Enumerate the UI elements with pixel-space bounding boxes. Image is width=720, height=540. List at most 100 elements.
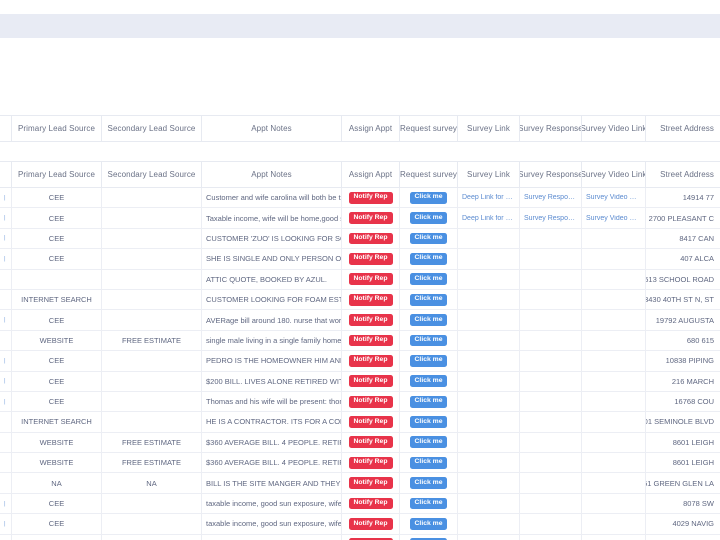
cell-survey_video[interactable]: Survey Video Respo...	[582, 188, 646, 207]
cell-assign_appt[interactable]: Notify Rep	[342, 372, 400, 391]
request-survey-button[interactable]: Click me	[410, 273, 448, 285]
survey-link-link[interactable]: Deep Link for survey	[462, 215, 515, 222]
notify-rep-button[interactable]: Notify Rep	[349, 396, 393, 408]
request-survey-button[interactable]: Click me	[410, 375, 448, 387]
cell-survey_response[interactable]: Survey Response Li...	[520, 188, 582, 207]
column-header-assign_appt-main[interactable]: Assign Appt	[342, 162, 400, 187]
cell-assign_appt[interactable]: Notify Rep	[342, 249, 400, 268]
row-stub-link[interactable]: |	[4, 195, 6, 201]
cell-request_survey[interactable]: Click me	[400, 433, 458, 452]
notify-rep-button[interactable]: Notify Rep	[349, 518, 393, 530]
cell-request_survey[interactable]: Click me	[400, 229, 458, 248]
row-stub-link[interactable]: |	[4, 501, 6, 507]
request-survey-button[interactable]: Click me	[410, 192, 448, 204]
cell-survey_link[interactable]: Deep Link for survey	[458, 208, 520, 227]
cell-assign_appt[interactable]: Notify Rep	[342, 453, 400, 472]
survey-link-link[interactable]: Deep Link for survey	[462, 194, 515, 201]
row-stub-link[interactable]: |	[4, 521, 6, 527]
row-stub-link[interactable]: |	[4, 235, 6, 241]
cell-assign_appt[interactable]: Notify Rep	[342, 208, 400, 227]
notify-rep-button[interactable]: Notify Rep	[349, 416, 393, 428]
cell-request_survey[interactable]: Click me	[400, 372, 458, 391]
cell-stub[interactable]: |	[0, 310, 12, 329]
row-stub-link[interactable]: |	[4, 358, 6, 364]
cell-stub[interactable]	[0, 290, 12, 309]
notify-rep-button[interactable]: Notify Rep	[349, 375, 393, 387]
survey-video-link[interactable]: Survey Video Respo...	[586, 194, 641, 201]
column-header-stub-main[interactable]	[0, 162, 12, 187]
cell-survey_response[interactable]: Survey Response Li...	[520, 208, 582, 227]
table-row[interactable]: |CEEcoming from church prior to the appo…	[0, 535, 720, 540]
request-survey-button[interactable]: Click me	[410, 457, 448, 469]
notify-rep-button[interactable]: Notify Rep	[349, 457, 393, 469]
survey-video-link[interactable]: Survey Video Respo...	[586, 215, 641, 222]
cell-assign_appt[interactable]: Notify Rep	[342, 535, 400, 540]
cell-assign_appt[interactable]: Notify Rep	[342, 473, 400, 492]
column-header-survey_link-main[interactable]: Survey Link	[458, 162, 520, 187]
column-header-primary_lead-top[interactable]: Primary Lead Source	[12, 116, 102, 141]
table-row[interactable]: INTERNET SEARCHCUSTOMER LOOKING FOR FOAM…	[0, 290, 720, 310]
table-body[interactable]: |CEECustomer and wife carolina will both…	[0, 188, 720, 540]
cell-assign_appt[interactable]: Notify Rep	[342, 229, 400, 248]
notify-rep-button[interactable]: Notify Rep	[349, 212, 393, 224]
request-survey-button[interactable]: Click me	[410, 498, 448, 510]
column-header-request_survey-main[interactable]: Request survey	[400, 162, 458, 187]
notify-rep-button[interactable]: Notify Rep	[349, 498, 393, 510]
notify-rep-button[interactable]: Notify Rep	[349, 436, 393, 448]
cell-stub[interactable]: |	[0, 249, 12, 268]
table-row[interactable]: |CEEAVERage bill around 180. nurse that …	[0, 310, 720, 330]
column-header-survey_link-top[interactable]: Survey Link	[458, 116, 520, 141]
survey-response-link[interactable]: Survey Response Li...	[524, 194, 577, 201]
request-survey-button[interactable]: Click me	[410, 436, 448, 448]
cell-assign_appt[interactable]: Notify Rep	[342, 514, 400, 533]
request-survey-button[interactable]: Click me	[410, 355, 448, 367]
column-header-survey_video-main[interactable]: Survey Video Link	[582, 162, 646, 187]
notify-rep-button[interactable]: Notify Rep	[349, 355, 393, 367]
cell-request_survey[interactable]: Click me	[400, 310, 458, 329]
cell-survey_link[interactable]: Deep Link for survey	[458, 188, 520, 207]
row-stub-link[interactable]: |	[4, 256, 6, 262]
request-survey-button[interactable]: Click me	[410, 233, 448, 245]
cell-request_survey[interactable]: Click me	[400, 473, 458, 492]
notify-rep-button[interactable]: Notify Rep	[349, 233, 393, 245]
table-row[interactable]: WEBSITEFREE ESTIMATEsingle male living i…	[0, 331, 720, 351]
table-row[interactable]: |CEEThomas and his wife will be present:…	[0, 392, 720, 412]
cell-stub[interactable]: |	[0, 535, 12, 540]
column-header-survey_video-top[interactable]: Survey Video Link	[582, 116, 646, 141]
row-stub-link[interactable]: |	[4, 317, 6, 323]
notify-rep-button[interactable]: Notify Rep	[349, 477, 393, 489]
column-header-request_survey-top[interactable]: Request survey	[400, 116, 458, 141]
cell-request_survey[interactable]: Click me	[400, 514, 458, 533]
notify-rep-button[interactable]: Notify Rep	[349, 294, 393, 306]
column-header-appt_notes-main[interactable]: Appt Notes	[202, 162, 342, 187]
table-row[interactable]: |CEEtaxable income, good sun exposure, w…	[0, 494, 720, 514]
column-header-street_address-top[interactable]: Street Address	[646, 116, 720, 141]
cell-stub[interactable]	[0, 473, 12, 492]
table-row[interactable]: |CEEPEDRO IS THE HOMEOWNER HIM AND HIS .…	[0, 351, 720, 371]
cell-assign_appt[interactable]: Notify Rep	[342, 412, 400, 431]
row-stub-link[interactable]: |	[4, 378, 6, 384]
column-header-survey_response-top[interactable]: Survey Response	[520, 116, 582, 141]
column-header-stub-top[interactable]	[0, 116, 12, 141]
cell-assign_appt[interactable]: Notify Rep	[342, 392, 400, 411]
cell-request_survey[interactable]: Click me	[400, 188, 458, 207]
request-survey-button[interactable]: Click me	[410, 294, 448, 306]
cell-request_survey[interactable]: Click me	[400, 249, 458, 268]
cell-stub[interactable]	[0, 412, 12, 431]
cell-assign_appt[interactable]: Notify Rep	[342, 331, 400, 350]
request-survey-button[interactable]: Click me	[410, 253, 448, 265]
column-header-secondary_lead-top[interactable]: Secondary Lead Source	[102, 116, 202, 141]
table-row[interactable]: |CEETaxable income, wife will be home,go…	[0, 208, 720, 228]
cell-survey_video[interactable]: Survey Video Respo...	[582, 208, 646, 227]
cell-stub[interactable]: |	[0, 392, 12, 411]
column-header-assign_appt-top[interactable]: Assign Appt	[342, 116, 400, 141]
table-row[interactable]: |CEECustomer and wife carolina will both…	[0, 188, 720, 208]
cell-request_survey[interactable]: Click me	[400, 453, 458, 472]
cell-stub[interactable]: |	[0, 188, 12, 207]
cell-stub[interactable]: |	[0, 514, 12, 533]
cell-request_survey[interactable]: Click me	[400, 270, 458, 289]
cell-request_survey[interactable]: Click me	[400, 290, 458, 309]
cell-stub[interactable]: |	[0, 208, 12, 227]
column-header-appt_notes-top[interactable]: Appt Notes	[202, 116, 342, 141]
request-survey-button[interactable]: Click me	[410, 416, 448, 428]
